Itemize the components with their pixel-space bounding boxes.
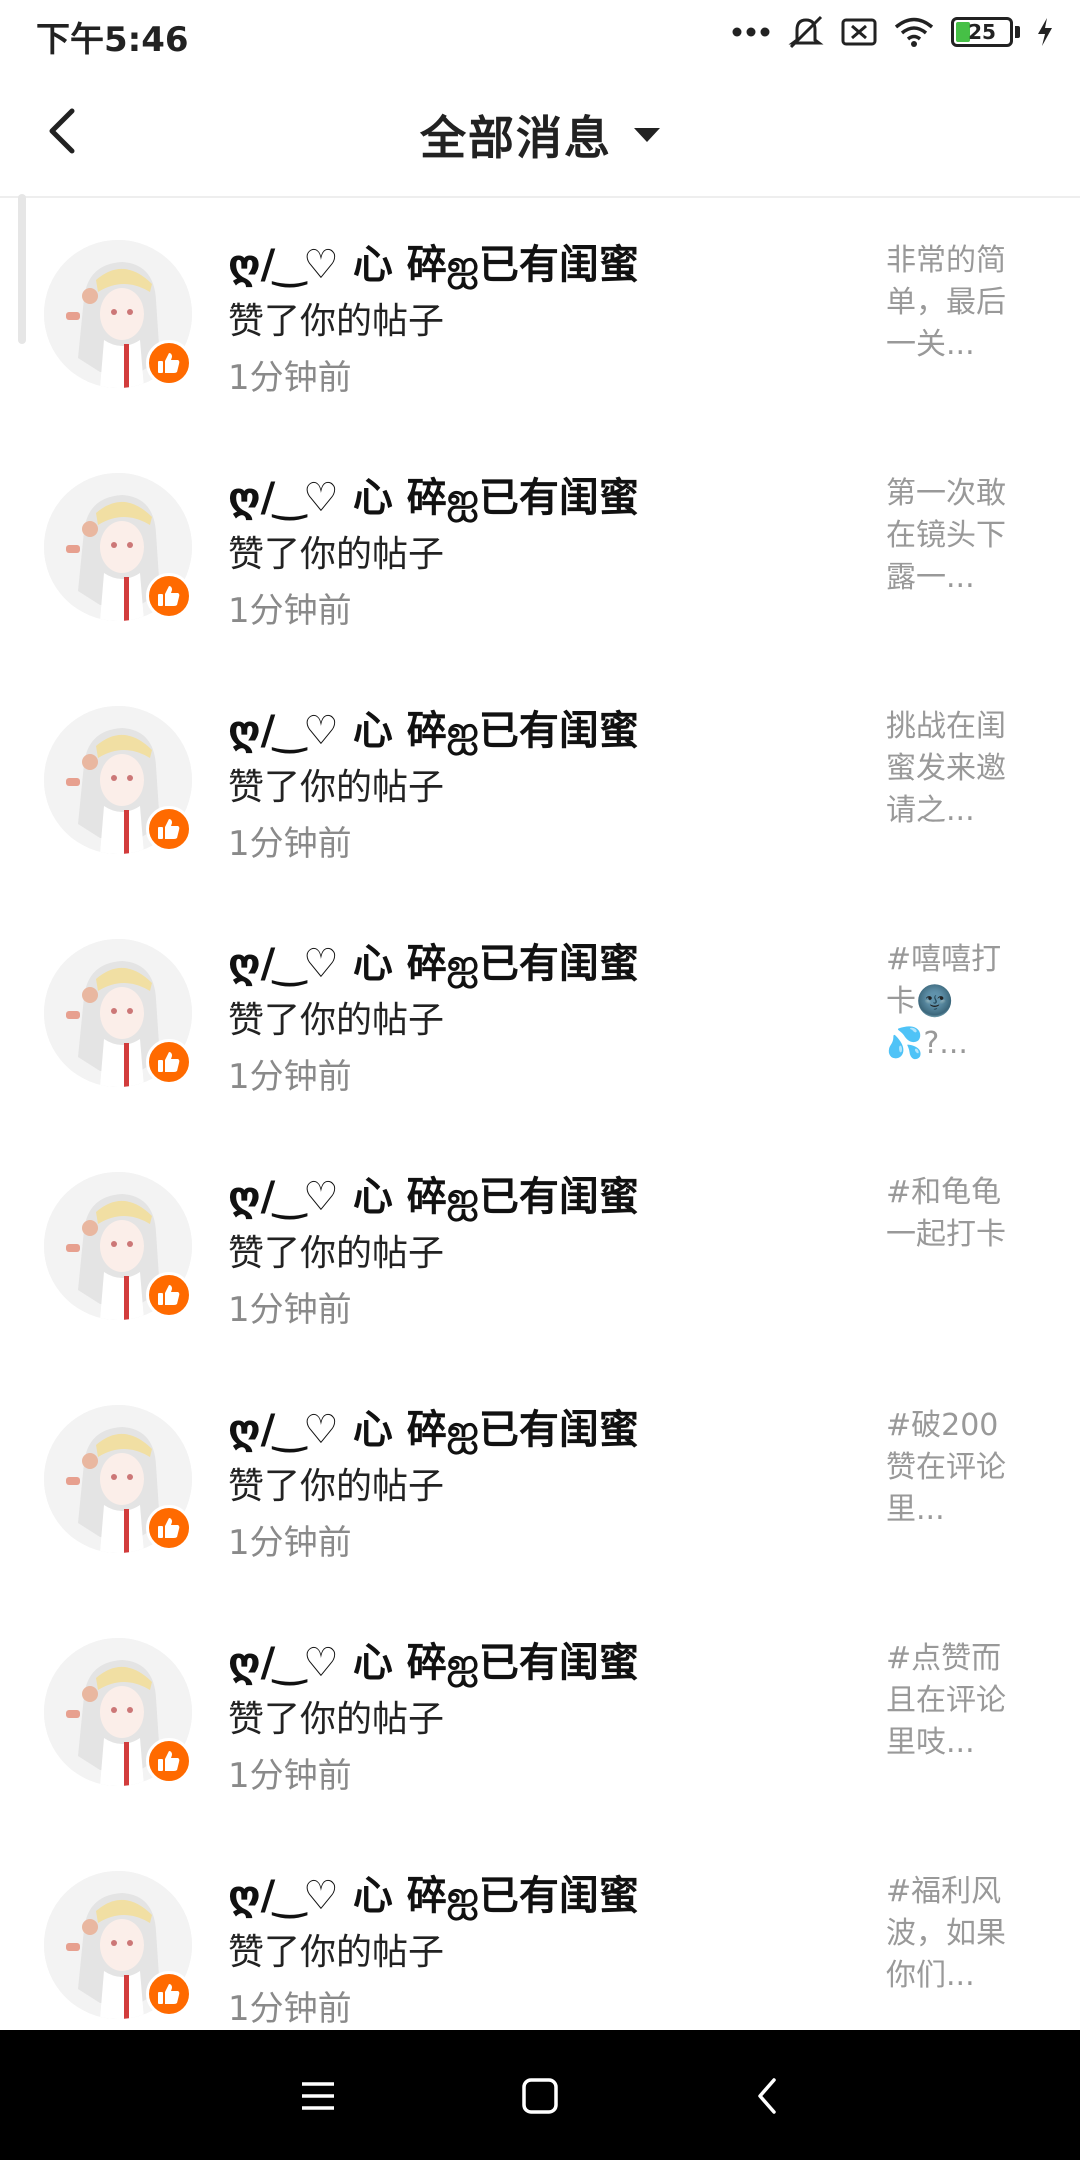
post-preview[interactable]: 挑战在闺蜜发来邀请之...: [886, 706, 1016, 832]
notification-time: 1分钟前: [228, 358, 352, 398]
notification-time: 1分钟前: [228, 591, 352, 631]
like-badge: [146, 1272, 192, 1318]
notification-list: ღ/ ͜ ♡ 心 碎ஐ已有闺蜜 赞了你的帖子 1分钟前 非常的简单，最后一关..…: [0, 198, 1080, 2062]
battery-tip: [1015, 26, 1020, 38]
sender-name[interactable]: ღ/ ͜ ♡ 心 碎ஐ已有闺蜜: [228, 1630, 639, 1691]
notification-action: 赞了你的帖子: [228, 1233, 445, 1274]
notification-action: 赞了你的帖子: [228, 534, 445, 575]
page-title: 全部消息: [420, 111, 612, 165]
like-badge: [146, 1505, 192, 1551]
post-preview[interactable]: 第一次敢在镜头下露一...: [886, 473, 1016, 599]
charging-icon: [1038, 18, 1052, 46]
notification-item[interactable]: ღ/ ͜ ♡ 心 碎ஐ已有闺蜜 赞了你的帖子 1分钟前 #破200赞在评论里..…: [0, 1363, 1080, 1596]
sender-name[interactable]: ღ/ ͜ ♡ 心 碎ஐ已有闺蜜: [228, 1863, 639, 1924]
notification-action: 赞了你的帖子: [228, 301, 445, 342]
mute-icon: [788, 15, 824, 49]
caret-down-icon: [634, 128, 660, 142]
home-icon[interactable]: [512, 2068, 568, 2124]
more-dots-icon: [732, 27, 770, 37]
thumbs-up-icon: [158, 353, 180, 373]
post-preview[interactable]: #和龟龟一起打卡: [886, 1172, 1016, 1256]
title-dropdown[interactable]: 全部消息: [0, 102, 1080, 168]
notification-item[interactable]: ღ/ ͜ ♡ 心 碎ஐ已有闺蜜 赞了你的帖子 1分钟前 第一次敢在镜头下露一..…: [0, 431, 1080, 664]
notification-item[interactable]: ღ/ ͜ ♡ 心 碎ஐ已有闺蜜 赞了你的帖子 1分钟前 非常的简单，最后一关..…: [0, 198, 1080, 431]
screen: 下午5:46 25 全部消息 ღ/ ͜ ♡ 心 碎ஐ已有闺蜜 赞了你的帖子 1分…: [0, 0, 1080, 2160]
post-preview[interactable]: 非常的简单，最后一关...: [886, 240, 1016, 366]
battery-icon: 25: [951, 17, 1013, 47]
thumbs-up-icon: [158, 1751, 180, 1771]
sender-name[interactable]: ღ/ ͜ ♡ 心 碎ஐ已有闺蜜: [228, 465, 639, 526]
thumbs-up-icon: [158, 819, 180, 839]
notification-item[interactable]: ღ/ ͜ ♡ 心 碎ஐ已有闺蜜 赞了你的帖子 1分钟前 #和龟龟一起打卡: [0, 1130, 1080, 1363]
sender-name[interactable]: ღ/ ͜ ♡ 心 碎ஐ已有闺蜜: [228, 232, 639, 293]
header: 全部消息: [0, 66, 1080, 344]
wifi-icon: [894, 17, 934, 47]
notification-item[interactable]: ღ/ ͜ ♡ 心 碎ஐ已有闺蜜 赞了你的帖子 1分钟前 #嘻嘻打卡🌚💦?...: [0, 897, 1080, 1130]
notification-time: 1分钟前: [228, 1756, 352, 1796]
notification-time: 1分钟前: [228, 824, 352, 864]
notification-action: 赞了你的帖子: [228, 767, 445, 808]
notification-action: 赞了你的帖子: [228, 1000, 445, 1041]
no-sim-icon: [841, 18, 877, 46]
post-preview[interactable]: #福利风波，如果你们...: [886, 1871, 1016, 1997]
like-badge: [146, 340, 192, 386]
like-badge: [146, 1971, 192, 2017]
navigation-bar: [0, 2030, 1080, 2160]
sender-name[interactable]: ღ/ ͜ ♡ 心 碎ஐ已有闺蜜: [228, 1164, 639, 1225]
notification-item[interactable]: ღ/ ͜ ♡ 心 碎ஐ已有闺蜜 赞了你的帖子 1分钟前 #福利风波，如果你们..…: [0, 1829, 1080, 2062]
post-preview[interactable]: #点赞而且在评论里吱...: [886, 1638, 1016, 1764]
notification-item[interactable]: ღ/ ͜ ♡ 心 碎ஐ已有闺蜜 赞了你的帖子 1分钟前 挑战在闺蜜发来邀请之..…: [0, 664, 1080, 897]
notification-action: 赞了你的帖子: [228, 1699, 445, 1740]
nav-back-icon[interactable]: [740, 2068, 796, 2124]
battery-level: 25: [968, 20, 996, 44]
like-badge: [146, 573, 192, 619]
thumbs-up-icon: [158, 1052, 180, 1072]
post-preview[interactable]: #破200赞在评论里...: [886, 1405, 1016, 1531]
notification-time: 1分钟前: [228, 1523, 352, 1563]
thumbs-up-icon: [158, 1285, 180, 1305]
sender-name[interactable]: ღ/ ͜ ♡ 心 碎ஐ已有闺蜜: [228, 1397, 639, 1458]
status-time: 下午5:46: [36, 20, 189, 60]
menu-icon[interactable]: [290, 2068, 346, 2124]
notification-item[interactable]: ღ/ ͜ ♡ 心 碎ஐ已有闺蜜 赞了你的帖子 1分钟前 #点赞而且在评论里吱..…: [0, 1596, 1080, 1829]
notification-action: 赞了你的帖子: [228, 1466, 445, 1507]
notification-action: 赞了你的帖子: [228, 1932, 445, 1973]
thumbs-up-icon: [158, 1518, 180, 1538]
like-badge: [146, 1738, 192, 1784]
like-badge: [146, 1039, 192, 1085]
status-icons: 25: [731, 14, 1054, 50]
post-preview[interactable]: #嘻嘻打卡🌚💦?...: [886, 939, 1016, 1065]
status-bar: 下午5:46 25: [0, 0, 1080, 66]
thumbs-up-icon: [158, 1984, 180, 2004]
like-badge: [146, 806, 192, 852]
sender-name[interactable]: ღ/ ͜ ♡ 心 碎ஐ已有闺蜜: [228, 698, 639, 759]
notification-time: 1分钟前: [228, 1290, 352, 1330]
notification-time: 1分钟前: [228, 1057, 352, 1097]
notification-time: 1分钟前: [228, 1989, 352, 2029]
sender-name[interactable]: ღ/ ͜ ♡ 心 碎ஐ已有闺蜜: [228, 931, 639, 992]
thumbs-up-icon: [158, 586, 180, 606]
